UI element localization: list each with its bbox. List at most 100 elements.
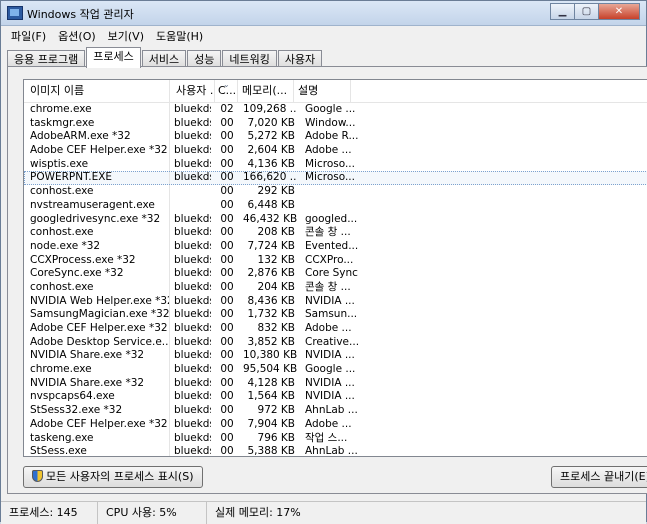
- table-row[interactable]: node.exe *32 bluekds 00 7,724 KB Evented...: [24, 239, 647, 254]
- menu-file[interactable]: 파일(F): [5, 26, 52, 45]
- table-row[interactable]: StSess.exe bluekds 00 5,388 KB AhnLab ...: [24, 445, 647, 456]
- process-memory: 204 KB: [257, 280, 295, 293]
- table-row[interactable]: NVIDIA Web Helper.exe *32 bluekds 00 8,436 …: [24, 294, 647, 309]
- process-cpu: 00: [220, 198, 234, 211]
- column-user[interactable]: 사용자 ...: [170, 80, 215, 102]
- table-row[interactable]: POWERPNT.EXE bluekds 00 166,620 ... Microso.…: [24, 171, 647, 186]
- process-memory: 5,272 KB: [247, 130, 296, 143]
- process-name: Adobe Desktop Service.e...: [24, 335, 170, 350]
- window-controls: ▁ ▢ ✕: [550, 3, 640, 21]
- process-cpu: 00: [220, 144, 234, 157]
- maximize-button[interactable]: ▢: [574, 3, 599, 20]
- process-name: CCXProcess.exe *32: [24, 253, 170, 268]
- table-row[interactable]: taskeng.exe bluekds 00 796 KB 작업 스...: [24, 431, 647, 446]
- minimize-icon: ▁: [558, 6, 567, 17]
- table-row[interactable]: CoreSync.exe *32 bluekds 00 2,876 KB Core Sy…: [24, 267, 647, 281]
- process-cpu: 00: [220, 130, 234, 143]
- table-row[interactable]: Adobe Desktop Service.e... bluekds 00 3,852…: [24, 335, 647, 350]
- menu-help[interactable]: 도움말(H): [150, 26, 209, 45]
- process-description: 콘솔 창 ...: [305, 280, 351, 293]
- minimize-button[interactable]: ▁: [550, 3, 575, 20]
- process-memory: 208 KB: [257, 226, 295, 239]
- table-row[interactable]: nvstreamuseragent.exe 00 6,448 KB: [24, 198, 647, 213]
- process-description: Adobe R...: [305, 130, 359, 143]
- title-bar[interactable]: Windows 작업 관리자 ▁ ▢ ✕: [1, 1, 646, 26]
- process-description: Adobe ...: [305, 144, 352, 157]
- table-row[interactable]: NVIDIA Share.exe *32 bluekds 00 4,128 KB NVI…: [24, 376, 647, 391]
- table-row[interactable]: taskmgr.exe bluekds 00 7,020 KB Window...: [24, 116, 647, 131]
- process-description: Window...: [305, 116, 356, 129]
- list-header: 이미지 이름 사용자 ... ⌄C... 메모리(... 설명: [24, 80, 647, 103]
- table-row[interactable]: SamsungMagician.exe *32 bluekds 00 1,732 KB…: [24, 308, 647, 322]
- process-name: NVIDIA Web Helper.exe *32: [24, 294, 170, 309]
- table-row[interactable]: AdobeARM.exe *32 bluekds 00 5,272 KB Adobe R…: [24, 130, 647, 145]
- tab-bar: 응용 프로그램 프로세스 서비스 성능 네트워킹 사용자: [7, 47, 323, 68]
- process-cpu: 00: [220, 116, 234, 129]
- process-name: node.exe *32: [24, 239, 170, 254]
- process-memory: 166,620 ...: [243, 171, 297, 184]
- process-description: Evented...: [305, 239, 359, 252]
- process-cpu: 00: [220, 376, 234, 389]
- column-cpu[interactable]: ⌄ C...: [215, 80, 238, 102]
- process-description: Samsun...: [305, 308, 358, 321]
- process-user: bluekds: [174, 322, 211, 334]
- process-name: taskeng.exe: [24, 431, 170, 446]
- table-row[interactable]: Adobe CEF Helper.exe *32 bluekds 00 832 KB A…: [24, 322, 647, 336]
- process-cpu: 00: [220, 171, 234, 184]
- table-row[interactable]: conhost.exe bluekds 00 204 KB 콘솔 창 ...: [24, 280, 647, 295]
- process-user: bluekds: [174, 294, 211, 307]
- process-name: conhost.exe: [24, 185, 170, 199]
- process-user: bluekds: [174, 404, 211, 417]
- process-memory: 132 KB: [257, 253, 295, 266]
- process-description: [297, 185, 359, 199]
- close-button[interactable]: ✕: [598, 3, 640, 20]
- end-process-button[interactable]: 프로세스 끝내기(E): [551, 466, 647, 488]
- column-memory[interactable]: 메모리(...: [238, 80, 294, 102]
- maximize-icon: ▢: [581, 6, 592, 17]
- table-row[interactable]: googledrivesync.exe *32 bluekds 00 46,432 K…: [24, 212, 647, 227]
- process-name: nvspcaps64.exe: [24, 390, 170, 405]
- table-row[interactable]: Adobe CEF Helper.exe *32 bluekds 00 2,604 K…: [24, 144, 647, 158]
- process-description: googled...: [305, 212, 358, 225]
- tab-processes[interactable]: 프로세스: [86, 47, 141, 68]
- process-memory: 8,436 KB: [247, 294, 296, 307]
- table-row[interactable]: StSess32.exe *32 bluekds 00 972 KB AhnLab ..…: [24, 404, 647, 418]
- process-name: googledrivesync.exe *32: [24, 212, 170, 227]
- column-description[interactable]: 설명: [294, 80, 351, 102]
- end-process-label: 프로세스 끝내기(E): [560, 470, 647, 483]
- process-user: bluekds: [174, 103, 211, 115]
- process-name: Adobe CEF Helper.exe *32: [24, 322, 170, 336]
- table-row[interactable]: NVIDIA Share.exe *32 bluekds 00 10,380 KB NV…: [24, 349, 647, 364]
- process-cpu: 00: [220, 157, 234, 170]
- process-cpu: 00: [220, 390, 234, 403]
- table-row[interactable]: CCXProcess.exe *32 bluekds 00 132 KB CCXPro.…: [24, 253, 647, 268]
- table-row[interactable]: Adobe CEF Helper.exe *32 bluekds 00 7,904 K…: [24, 417, 647, 432]
- process-name: taskmgr.exe: [24, 116, 170, 131]
- process-cpu: 00: [220, 185, 234, 198]
- task-manager-window: Windows 작업 관리자 ▁ ▢ ✕ 파일(F) 옵션(O) 보기(V) 도…: [0, 0, 647, 524]
- table-row[interactable]: chrome.exe bluekds 02 109,268 ... Google ...: [24, 103, 647, 117]
- process-name: Adobe CEF Helper.exe *32: [24, 417, 170, 432]
- process-user: bluekds: [174, 226, 211, 239]
- process-user: bluekds: [174, 171, 211, 184]
- column-image-name[interactable]: 이미지 이름: [24, 80, 170, 102]
- process-cpu: 00: [220, 335, 234, 348]
- table-row[interactable]: wisptis.exe bluekds 00 4,136 KB Microso...: [24, 157, 647, 172]
- process-memory: 1,564 KB: [247, 390, 296, 403]
- show-all-users-button[interactable]: 모든 사용자의 프로세스 표시(S): [23, 466, 203, 488]
- menu-options[interactable]: 옵션(O): [52, 26, 101, 45]
- process-name: Adobe CEF Helper.exe *32: [24, 144, 170, 158]
- table-row[interactable]: nvspcaps64.exe bluekds 00 1,564 KB NVIDIA ..…: [24, 390, 647, 405]
- process-user: bluekds: [174, 335, 211, 348]
- status-process-count: 프로세스: 145: [1, 502, 98, 524]
- process-user: bluekds: [174, 267, 211, 280]
- table-row[interactable]: chrome.exe bluekds 00 95,504 KB Google ...: [24, 363, 647, 377]
- process-user: bluekds: [174, 390, 211, 403]
- uac-shield-icon: [32, 470, 43, 482]
- process-list[interactable]: 이미지 이름 사용자 ... ⌄C... 메모리(... 설명 chrome.e…: [23, 79, 647, 457]
- menu-view[interactable]: 보기(V): [102, 26, 150, 45]
- table-row[interactable]: conhost.exe 00 292 KB: [24, 185, 647, 199]
- process-cpu: 02: [220, 103, 234, 115]
- table-row[interactable]: conhost.exe bluekds 00 208 KB 콘솔 창 ...: [24, 226, 647, 240]
- process-description: NVIDIA ...: [305, 349, 355, 362]
